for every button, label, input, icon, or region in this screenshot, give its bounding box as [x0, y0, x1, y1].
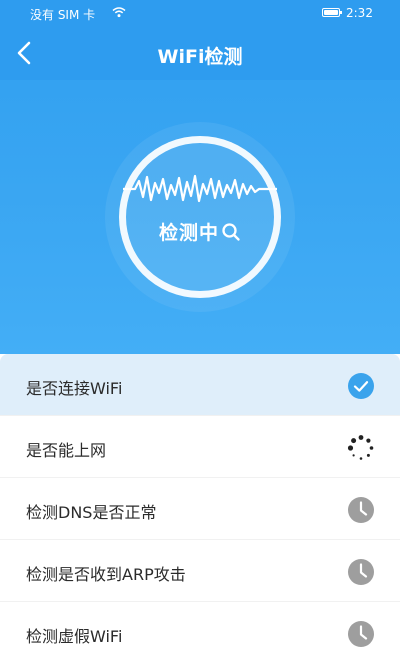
status-bar: 没有 SIM 卡 2:32 [0, 0, 400, 26]
scan-ring [119, 136, 281, 298]
check-item-fake-wifi[interactable]: 检测虚假WiFi [0, 602, 400, 660]
clock-icon [348, 621, 374, 647]
carrier-text: 没有 SIM 卡 [30, 8, 96, 22]
battery-icon [322, 8, 342, 17]
wifi-signal-icon [112, 6, 126, 21]
check-item-wifi-connected[interactable]: 是否连接WiFi [0, 354, 400, 416]
header-background: 没有 SIM 卡 2:32 WiFi检测 检测中 [0, 0, 400, 354]
check-circle-icon [348, 373, 374, 399]
wifi-check-screen: 没有 SIM 卡 2:32 WiFi检测 检测中 是否连接WiFi 是否能上网 … [0, 0, 400, 660]
clock-icon [348, 559, 374, 585]
check-item-dns[interactable]: 检测DNS是否正常 [0, 478, 400, 540]
check-item-label: 检测是否收到ARP攻击 [26, 565, 186, 584]
check-item-label: 检测虚假WiFi [26, 627, 123, 646]
check-list: 是否连接WiFi 是否能上网 检测DNS是否正常 检测是否收到ARP攻击 检测虚… [0, 354, 400, 660]
clock-icon [348, 497, 374, 523]
scan-indicator: 检测中 [105, 122, 295, 312]
search-icon [222, 223, 240, 241]
check-item-label: 是否连接WiFi [26, 379, 123, 398]
check-item-arp-attack[interactable]: 检测是否收到ARP攻击 [0, 540, 400, 602]
waveform-icon [123, 174, 277, 203]
spinner-icon [347, 435, 374, 460]
scan-status-text: 检测中 [105, 218, 295, 245]
check-item-label: 检测DNS是否正常 [26, 503, 157, 522]
check-item-internet-access[interactable]: 是否能上网 [0, 416, 400, 478]
page-title: WiFi检测 [157, 46, 243, 68]
check-item-label: 是否能上网 [26, 441, 107, 460]
clock-text: 2:32 [346, 6, 373, 20]
scan-label-text: 检测中 [158, 222, 219, 244]
